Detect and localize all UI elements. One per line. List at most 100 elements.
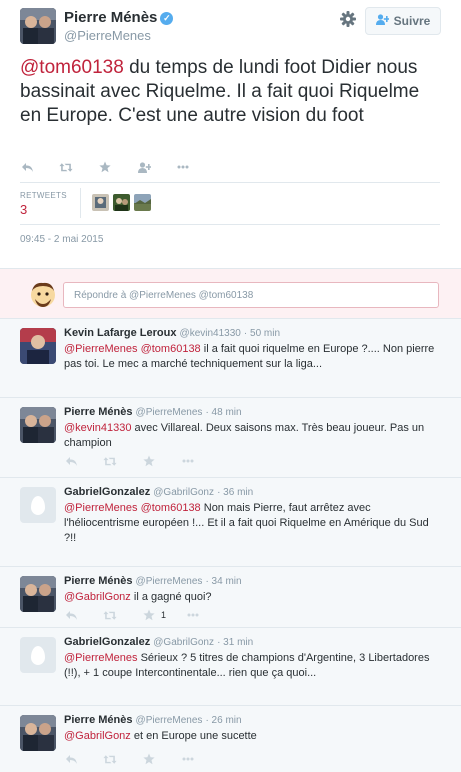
reply-author[interactable]: Pierre Ménès — [64, 714, 132, 726]
reply-author[interactable]: GabrielGonzalez — [64, 636, 150, 648]
retweeter-avatar[interactable] — [134, 194, 151, 211]
retweets-label: RETWEETS — [20, 191, 67, 200]
reply-avatar[interactable] — [20, 407, 56, 443]
reply-body: et en Europe une sucette — [130, 730, 257, 742]
reply-handle[interactable]: @kevin41330 — [180, 328, 241, 339]
reply-time[interactable]: · 31 min — [217, 637, 253, 648]
reply-tweet[interactable]: Pierre Ménès @PierreMenes · 26 min @Gabr… — [0, 706, 461, 772]
divider — [20, 182, 440, 183]
reply-handle[interactable]: @GabrilGonz — [153, 487, 214, 498]
more-icon[interactable] — [176, 160, 190, 174]
reply-avatar[interactable] — [20, 487, 56, 523]
reply-author[interactable]: GabrielGonzalez — [64, 486, 150, 498]
reply-avatar[interactable] — [20, 715, 56, 751]
reply-author[interactable]: Pierre Ménès — [64, 406, 132, 418]
retweet-icon[interactable] — [103, 608, 117, 622]
reply-handle[interactable]: @GabrilGonz — [153, 637, 214, 648]
star-icon[interactable] — [142, 454, 156, 468]
mention-link[interactable]: @kevin41330 — [64, 422, 131, 434]
replies-list: Kevin Lafarge Leroux @kevin41330 · 50 mi… — [0, 319, 461, 772]
reply-tweet[interactable]: GabrielGonzalez @GabrilGonz · 36 min @Pi… — [0, 478, 461, 567]
current-user-avatar — [30, 282, 56, 308]
reply-text: @PierreMenes Sérieux ? 5 titres de champ… — [64, 651, 442, 681]
reply-author[interactable]: Pierre Ménès — [64, 575, 132, 587]
reply-text: @PierreMenes @tom60138 Non mais Pierre, … — [64, 501, 442, 546]
star-icon[interactable] — [98, 160, 112, 174]
mention-link[interactable]: @GabrilGonz — [64, 591, 131, 603]
verified-badge-icon: ✓ — [160, 12, 174, 25]
author-name-text: Pierre Ménès — [64, 9, 158, 26]
star-icon[interactable] — [142, 608, 156, 622]
reply-tweet[interactable]: Pierre Ménès @PierreMenes · 48 min @kevi… — [0, 398, 461, 478]
divider — [20, 224, 440, 225]
reply-time[interactable]: · 48 min — [205, 407, 241, 418]
tweet-actions — [20, 160, 215, 174]
more-icon[interactable] — [181, 752, 195, 766]
retweet-icon[interactable] — [59, 160, 73, 174]
reply-header: Kevin Lafarge Leroux @kevin41330 · 50 mi… — [64, 327, 280, 339]
reply-author[interactable]: Kevin Lafarge Leroux — [64, 327, 176, 339]
reply-handle[interactable]: @PierreMenes — [136, 407, 203, 418]
reply-input[interactable]: Répondre à @PierreMenes @tom60138 — [63, 282, 439, 308]
mention-link[interactable]: @PierreMenes @tom60138 — [64, 343, 201, 355]
more-icon[interactable] — [181, 454, 195, 468]
mention-link[interactable]: @tom60138 — [20, 57, 124, 78]
star-icon[interactable] — [142, 752, 156, 766]
reply-time[interactable]: · 34 min — [205, 576, 241, 587]
reply-handle[interactable]: @PierreMenes — [136, 715, 203, 726]
retweet-icon[interactable] — [103, 752, 117, 766]
retweets-count[interactable]: 3 — [20, 202, 27, 217]
retweet-icon[interactable] — [103, 454, 117, 468]
reply-avatar[interactable] — [20, 576, 56, 612]
reply-composer: Répondre à @PierreMenes @tom60138 — [0, 268, 461, 319]
reply-time[interactable]: · 50 min — [244, 328, 280, 339]
reply-header: GabrielGonzalez @GabrilGonz · 36 min — [64, 486, 253, 498]
mention-link[interactable]: @PierreMenes @tom60138 — [64, 502, 201, 514]
reply-tweet[interactable]: Pierre Ménès @PierreMenes · 34 min @Gabr… — [0, 567, 461, 628]
follow-button[interactable]: Suivre — [365, 7, 441, 35]
author-handle[interactable]: @PierreMenes — [64, 28, 151, 43]
reply-time[interactable]: · 36 min — [217, 487, 253, 498]
reply-body: il a gagné quoi? — [130, 591, 212, 603]
reply-actions — [64, 454, 220, 468]
divider — [80, 188, 81, 218]
retweeter-avatar[interactable] — [113, 194, 130, 211]
author-avatar[interactable] — [20, 8, 56, 44]
reply-actions: 1 — [64, 608, 225, 622]
default-egg-icon — [31, 495, 45, 515]
retweeter-avatar[interactable] — [92, 194, 109, 211]
reply-header: Pierre Ménès @PierreMenes · 34 min — [64, 575, 242, 587]
reply-icon[interactable] — [20, 160, 34, 174]
reply-header: Pierre Ménès @PierreMenes · 48 min — [64, 406, 242, 418]
reply-tweet[interactable]: Kevin Lafarge Leroux @kevin41330 · 50 mi… — [0, 319, 461, 398]
reply-icon[interactable] — [64, 608, 78, 622]
reply-icon[interactable] — [64, 752, 78, 766]
more-icon[interactable] — [186, 608, 200, 622]
reply-header: GabrielGonzalez @GabrilGonz · 31 min — [64, 636, 253, 648]
reply-text: @GabrilGonz et en Europe une sucette — [64, 729, 442, 744]
reply-actions — [64, 752, 220, 766]
mention-link[interactable]: @GabrilGonz — [64, 730, 131, 742]
reply-avatar[interactable] — [20, 328, 56, 364]
reply-handle[interactable]: @PierreMenes — [136, 576, 203, 587]
reply-icon[interactable] — [64, 454, 78, 468]
retweeter-avatars — [92, 194, 151, 211]
mention-link[interactable]: @PierreMenes — [64, 652, 138, 664]
tweet-timestamp[interactable]: 09:45 - 2 mai 2015 — [20, 234, 103, 245]
follow-user-icon — [375, 14, 390, 28]
favorite-count: 1 — [161, 610, 167, 620]
reply-text: @GabrilGonz il a gagné quoi? — [64, 590, 442, 605]
main-tweet: Pierre Ménès ✓ @PierreMenes Suivre @tom6… — [0, 0, 461, 268]
reply-header: Pierre Ménès @PierreMenes · 26 min — [64, 714, 242, 726]
gear-icon[interactable] — [339, 10, 357, 28]
follow-user-icon[interactable] — [137, 160, 151, 174]
author-name[interactable]: Pierre Ménès ✓ — [64, 9, 174, 26]
reply-text: @kevin41330 avec Villareal. Deux saisons… — [64, 421, 442, 451]
tweet-text: @tom60138 du temps de lundi foot Didier … — [20, 56, 440, 128]
reply-avatar[interactable] — [20, 637, 56, 673]
reply-text: @PierreMenes @tom60138 il a fait quoi ri… — [64, 342, 442, 372]
default-egg-icon — [31, 645, 45, 665]
follow-label: Suivre — [393, 14, 431, 28]
reply-time[interactable]: · 26 min — [205, 715, 241, 726]
reply-tweet[interactable]: GabrielGonzalez @GabrilGonz · 31 min @Pi… — [0, 628, 461, 706]
